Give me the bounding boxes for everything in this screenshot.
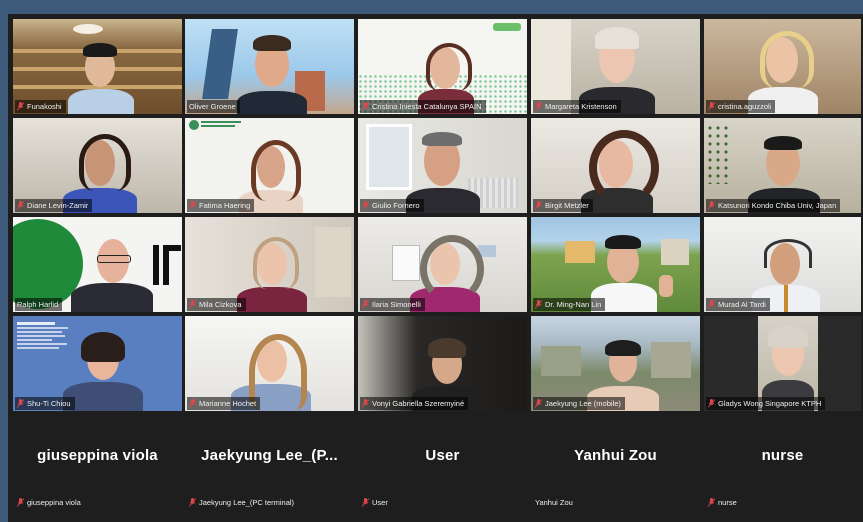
participant-tile[interactable]: Marianne Hochet	[185, 316, 354, 411]
participant-name: cristina.aguzzoli	[706, 100, 776, 113]
audio-only-tile[interactable]: giuseppina viola giuseppina viola	[13, 415, 182, 510]
mic-muted-icon	[708, 498, 715, 507]
mic-muted-icon	[708, 399, 715, 408]
participant-display-name: Yanhui Zou	[574, 447, 657, 464]
participant-name: Oliver Groene	[187, 100, 240, 113]
audio-only-tile[interactable]: User User	[358, 415, 527, 510]
participant-display-name: giuseppina viola	[37, 447, 158, 464]
participant-tile[interactable]: Margareta Kristenson	[531, 19, 700, 114]
participant-name: Cristina Iniesta Catalunya SPAIN	[360, 100, 486, 113]
participant-name: giuseppina viola	[15, 496, 85, 509]
participant-name: Shu-Ti Chiou	[15, 397, 75, 410]
mic-muted-icon	[17, 399, 24, 408]
participant-tile[interactable]: Dr. Ming-Nan Lin	[531, 217, 700, 312]
mic-muted-icon	[535, 201, 542, 210]
mic-muted-icon	[708, 201, 715, 210]
participant-tile[interactable]: Katsunori Kondo Chiba Univ, Japan	[704, 118, 861, 213]
participant-name: Margareta Kristenson	[533, 100, 621, 113]
participant-tile[interactable]: Gladys Wong Singapore KTPH	[704, 316, 861, 411]
participant-tile[interactable]: Ilaria Simonelli	[358, 217, 527, 312]
video-grid: Funakoshi Oliver Groene Cristina Iniesta…	[8, 14, 863, 522]
mic-muted-icon	[189, 399, 196, 408]
mic-muted-icon	[189, 300, 196, 309]
participant-name: Jaekyung Lee (mobile)	[533, 397, 625, 410]
participant-name: Gladys Wong Singapore KTPH	[706, 397, 826, 410]
mic-muted-icon	[362, 300, 369, 309]
participant-name: Fatima Haering	[187, 199, 255, 212]
participant-tile[interactable]: Funakoshi	[13, 19, 182, 114]
participant-tile[interactable]: Vonyi Gabriella Szeremyiné	[358, 316, 527, 411]
participant-tile[interactable]: Diane Levin-Zamir	[13, 118, 182, 213]
participant-tile[interactable]: Cristina Iniesta Catalunya SPAIN	[358, 19, 527, 114]
participant-name: Marianne Hochet	[187, 397, 261, 410]
participant-name: Katsunori Kondo Chiba Univ, Japan	[706, 199, 841, 212]
participant-display-name: Jaekyung Lee_(P...	[201, 447, 338, 464]
mic-muted-icon	[535, 102, 542, 111]
participant-name: Jaekyung Lee_(PC terminal)	[187, 496, 298, 509]
mic-muted-icon	[362, 201, 369, 210]
audio-only-tile[interactable]: Jaekyung Lee_(P... Jaekyung Lee_(PC term…	[185, 415, 354, 510]
participant-name: Dr. Ming-Nan Lin	[533, 298, 606, 311]
mic-muted-icon	[189, 201, 196, 210]
participant-tile-active-speaker[interactable]: Oliver Groene	[185, 19, 354, 114]
participant-tile[interactable]: Birgit Metzler	[531, 118, 700, 213]
participant-name: nurse	[706, 496, 741, 509]
participant-tile[interactable]: Jaekyung Lee (mobile)	[531, 316, 700, 411]
participant-tile[interactable]: Ralph Harlid	[13, 217, 182, 312]
participant-tile[interactable]: Murad Al Tardi	[704, 217, 861, 312]
audio-only-tile[interactable]: nurse nurse	[704, 415, 861, 510]
mic-muted-icon	[189, 498, 196, 507]
mic-muted-icon	[17, 498, 24, 507]
mic-muted-icon	[362, 102, 369, 111]
participant-name: Ralph Harlid	[15, 298, 63, 311]
participant-name: Funakoshi	[15, 100, 66, 113]
participant-display-name: User	[425, 447, 460, 464]
participant-name: Murad Al Tardi	[706, 298, 770, 311]
mic-muted-icon	[535, 300, 542, 309]
mic-muted-icon	[708, 300, 715, 309]
mic-muted-icon	[17, 201, 24, 210]
mic-muted-icon	[362, 498, 369, 507]
participant-display-name: nurse	[761, 447, 804, 464]
mic-muted-icon	[708, 102, 715, 111]
participant-name: Vonyi Gabriella Szeremyiné	[360, 397, 469, 410]
participant-name: Mila Cizkova	[187, 298, 246, 311]
participant-name: Giulio Fornero	[360, 199, 424, 212]
participant-tile[interactable]: Shu-Ti Chiou	[13, 316, 182, 411]
participant-name: User	[360, 496, 392, 509]
mic-muted-icon	[362, 399, 369, 408]
participant-tile[interactable]: Mila Cizkova	[185, 217, 354, 312]
mic-muted-icon	[17, 102, 24, 111]
mic-muted-icon	[535, 399, 542, 408]
participant-name: Yanhui Zou	[535, 498, 573, 507]
participant-name: Birgit Metzler	[533, 199, 593, 212]
participant-tile[interactable]: Giulio Fornero	[358, 118, 527, 213]
virtual-background-text	[17, 320, 81, 351]
audio-only-tile[interactable]: Yanhui Zou Yanhui Zou	[531, 415, 700, 510]
participant-name: Ilaria Simonelli	[360, 298, 425, 311]
participant-tile[interactable]: Fatima Haering	[185, 118, 354, 213]
participant-name: Diane Levin-Zamir	[15, 199, 93, 212]
participant-tile[interactable]: cristina.aguzzoli	[704, 19, 861, 114]
